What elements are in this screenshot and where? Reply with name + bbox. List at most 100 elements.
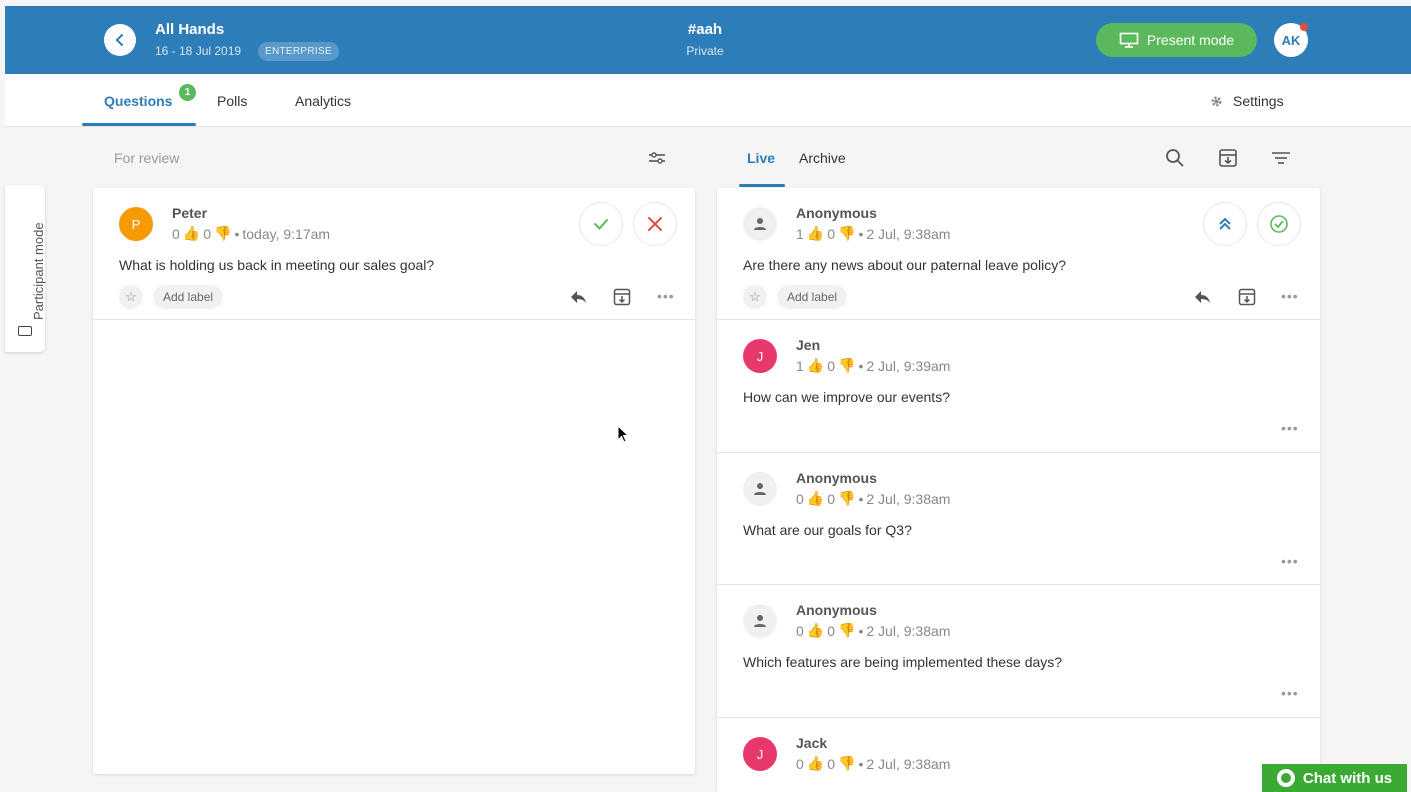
question-text: Are there any news about our paternal le… xyxy=(743,257,1066,273)
thumbs-down-icon: 👎 xyxy=(838,357,856,373)
anonymous-avatar xyxy=(743,472,777,506)
avatar: P xyxy=(119,207,153,241)
search-icon[interactable] xyxy=(1164,147,1186,169)
question-meta: 0 👍 0 👎 • 2 Jul, 9:38am xyxy=(796,622,950,639)
anonymous-avatar xyxy=(743,207,777,241)
author-name: Peter xyxy=(172,205,208,221)
reject-button[interactable] xyxy=(633,202,677,246)
question-text: What are our goals for Q3? xyxy=(743,522,912,538)
likes-count: 0 xyxy=(796,622,804,639)
author-name: Anonymous xyxy=(796,205,877,221)
event-dates: 16 - 18 Jul 2019 xyxy=(155,44,242,58)
star-button[interactable]: ☆ xyxy=(743,285,767,309)
check-circle-icon xyxy=(1270,215,1288,233)
person-icon xyxy=(754,483,766,495)
live-question-card: J Jack 0 👍 0 👎 • 2 Jul, 9:38am xyxy=(717,718,1320,792)
live-panel: Anonymous 1 👍 0 👎 • 2 Jul, 9:38am Are th… xyxy=(717,188,1320,792)
review-question-card: P Peter 0 👍 0 👎 • today, 9:17am What is … xyxy=(93,188,695,320)
meta-separator: • xyxy=(234,225,240,242)
live-question-card: Anonymous 1 👍 0 👎 • 2 Jul, 9:38am Are th… xyxy=(717,188,1320,320)
meta-separator: • xyxy=(858,225,864,242)
reply-icon[interactable] xyxy=(568,287,588,307)
author-name: Jen xyxy=(796,337,821,353)
add-label-button[interactable]: Add label xyxy=(777,285,848,309)
dislikes-count: 0 xyxy=(827,490,836,507)
device-icon xyxy=(18,326,32,336)
archive-all-icon[interactable] xyxy=(1217,147,1239,169)
mark-answered-button[interactable] xyxy=(1257,202,1301,246)
participant-mode-toggle[interactable]: Participant mode xyxy=(5,185,46,352)
tab-questions[interactable]: Questions xyxy=(104,93,172,109)
participant-mode-label: Participant mode xyxy=(31,222,46,320)
moderation-settings-icon[interactable] xyxy=(646,147,668,169)
star-button[interactable]: ☆ xyxy=(119,285,143,309)
plan-badge: ENTERPRISE xyxy=(258,42,339,61)
event-title: All Hands xyxy=(155,21,225,38)
top-header: All Hands 16 - 18 Jul 2019 ENTERPRISE #a… xyxy=(5,6,1411,74)
highlight-button[interactable] xyxy=(1203,202,1247,246)
dislikes-count: 0 xyxy=(827,357,836,374)
thumbs-up-icon: 👍 xyxy=(806,490,825,506)
question-time: today, 9:17am xyxy=(242,225,331,242)
question-meta: 0 👍 0 👎 • 2 Jul, 9:38am xyxy=(796,490,950,507)
for-review-title: For review xyxy=(114,150,180,166)
more-options-button[interactable]: ••• xyxy=(1281,288,1299,304)
filter-icon[interactable] xyxy=(1270,147,1292,169)
question-time: 2 Jul, 9:38am xyxy=(866,490,951,507)
likes-count: 0 xyxy=(172,225,180,242)
question-text: Which features are being implemented the… xyxy=(743,654,1063,670)
thumbs-up-icon: 👍 xyxy=(182,225,201,241)
archive-icon[interactable] xyxy=(612,287,632,307)
thumbs-up-icon: 👍 xyxy=(806,357,825,373)
tab-analytics[interactable]: Analytics xyxy=(295,93,351,109)
likes-count: 0 xyxy=(796,490,804,507)
question-meta: 1 👍 0 👎 • 2 Jul, 9:39am xyxy=(796,357,950,374)
star-icon: ☆ xyxy=(125,289,137,304)
double-chevron-up-icon xyxy=(1219,217,1231,230)
chat-with-us-button[interactable]: Chat with us xyxy=(1262,764,1407,792)
questions-count-badge: 1 xyxy=(179,84,196,101)
avatar: J xyxy=(743,737,777,771)
likes-count: 1 xyxy=(796,225,804,242)
chevron-left-icon xyxy=(115,34,123,46)
question-time: 2 Jul, 9:39am xyxy=(866,357,951,374)
question-meta: 0 👍 0 👎 • 2 Jul, 9:38am xyxy=(796,755,950,772)
thumbs-up-icon: 👍 xyxy=(806,225,825,241)
person-icon xyxy=(754,218,766,230)
settings-button[interactable]: Settings xyxy=(1210,93,1284,109)
question-meta: 1 👍 0 👎 • 2 Jul, 9:38am xyxy=(796,225,950,242)
dislikes-count: 0 xyxy=(827,755,836,772)
close-icon xyxy=(648,217,662,231)
add-label-button[interactable]: Add label xyxy=(153,285,224,309)
gear-icon xyxy=(1211,96,1222,106)
tab-archive[interactable]: Archive xyxy=(799,150,846,166)
reply-icon[interactable] xyxy=(1192,287,1212,307)
approve-button[interactable] xyxy=(579,202,623,246)
present-mode-label: Present mode xyxy=(1146,32,1235,48)
question-meta: 0 👍 0 👎 • today, 9:17am xyxy=(172,225,330,242)
more-options-button[interactable]: ••• xyxy=(1281,553,1299,569)
meta-separator: • xyxy=(858,622,864,639)
active-tab-indicator xyxy=(82,123,196,126)
thumbs-up-icon: 👍 xyxy=(806,622,825,638)
chat-label: Chat with us xyxy=(1302,769,1393,787)
chat-bubble-icon xyxy=(1276,769,1295,787)
author-name: Anonymous xyxy=(796,602,877,618)
more-options-button[interactable]: ••• xyxy=(1281,685,1299,701)
meta-separator: • xyxy=(858,357,864,374)
back-button[interactable] xyxy=(104,24,136,56)
tab-live[interactable]: Live xyxy=(747,150,775,166)
present-mode-button[interactable]: Present mode xyxy=(1096,23,1257,57)
archive-icon[interactable] xyxy=(1237,287,1257,307)
question-time: 2 Jul, 9:38am xyxy=(866,622,951,639)
settings-label: Settings xyxy=(1233,93,1284,109)
tab-polls[interactable]: Polls xyxy=(217,93,247,109)
notification-dot xyxy=(1300,23,1308,31)
event-privacy: Private xyxy=(686,44,724,58)
star-icon: ☆ xyxy=(749,289,761,304)
more-options-button[interactable]: ••• xyxy=(657,288,675,304)
thumbs-up-icon: 👍 xyxy=(806,755,825,771)
dislikes-count: 0 xyxy=(827,225,836,242)
presentation-icon xyxy=(1119,32,1139,48)
more-options-button[interactable]: ••• xyxy=(1281,420,1299,436)
